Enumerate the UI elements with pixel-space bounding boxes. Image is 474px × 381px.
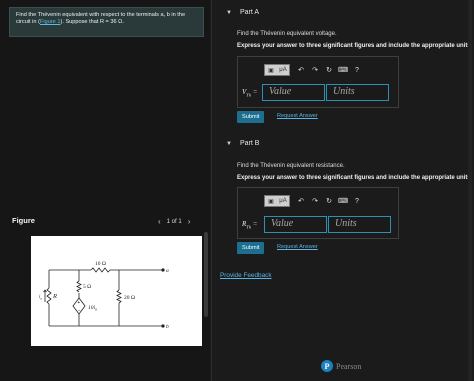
undo-icon[interactable]: ↶ [294, 195, 308, 207]
circuit-diagram: + − 10 Ω 5 Ω 20 Ω R 10ia ia a b [39, 261, 169, 330]
part-b-equals: = [252, 220, 258, 228]
prev-figure-button[interactable]: ‹ [158, 217, 161, 226]
part-a-toolbar: ▣ μA ↶ ↷ ↻ ⌨ ? [264, 63, 364, 77]
part-a-equals: = [252, 88, 258, 96]
units-button[interactable]: μA [277, 65, 289, 75]
left-panel: Find the Thévenin equivalent with respec… [0, 0, 210, 381]
terminal-a-dot [161, 268, 165, 272]
r-right-label: 20 Ω [124, 295, 135, 301]
part-b-toolbar: ▣ μA ↶ ↷ ↻ ⌨ ? [264, 194, 364, 208]
template-icon[interactable]: ▣ [265, 196, 277, 206]
units-button[interactable]: μA [277, 196, 289, 206]
part-a-question: Find the Thévenin equivalent voltage. [237, 31, 337, 37]
redo-icon[interactable]: ↷ [308, 64, 322, 76]
part-b-title: Part B [239, 140, 260, 147]
part-a-title: Part A [239, 9, 260, 16]
source-label: 10ia [88, 305, 97, 312]
next-figure-button[interactable]: › [188, 217, 191, 226]
page-scrollbar[interactable] [468, 0, 472, 381]
reset-icon[interactable]: ↻ [322, 195, 336, 207]
r-mid-label: 5 Ω [83, 284, 91, 290]
part-b-submit-button[interactable]: Submit [237, 242, 265, 254]
figure-link[interactable]: Figure 1 [40, 19, 61, 25]
node-a-label: a [166, 268, 169, 274]
template-icon[interactable]: ▣ [265, 65, 277, 75]
circuit-figure: + − 10 Ω 5 Ω 20 Ω R 10ia ia a b [31, 236, 202, 346]
pearson-brand: P Pearson [321, 360, 361, 372]
figure-pager: ‹ 1 of 1 › [158, 217, 190, 226]
part-a-instruction: Express your answer to three significant… [237, 43, 473, 49]
part-a-units-input[interactable]: Units [326, 84, 389, 101]
part-b-header[interactable]: ▼ Part B [226, 140, 259, 147]
terminal-b-dot [161, 324, 165, 328]
figure-page-count: 1 of 1 [166, 218, 182, 225]
svg-text:−: − [78, 308, 81, 314]
part-a-submit-button[interactable]: Submit [237, 111, 265, 123]
redo-icon[interactable]: ↷ [308, 195, 322, 207]
part-b-var-sub: Th [246, 224, 252, 230]
keyboard-icon[interactable]: ⌨ [336, 195, 350, 207]
part-b-format-group: ▣ μA [264, 195, 290, 207]
part-a-variable: VTh = [242, 88, 258, 97]
part-b-units-input[interactable]: Units [328, 216, 391, 233]
collapse-caret-icon[interactable]: ▼ [226, 141, 232, 147]
provide-feedback-link[interactable]: Provide Feedback [220, 272, 272, 279]
part-b-value-input[interactable]: Value [264, 216, 327, 233]
pearson-wordmark: Pearson [336, 361, 362, 371]
help-icon[interactable]: ? [350, 195, 364, 207]
current-label: ia [39, 295, 42, 301]
problem-text-end: ). Suppose that R = 36 Ω. [60, 19, 124, 25]
column-divider [211, 0, 212, 381]
part-a-header[interactable]: ▼ Part A [226, 9, 259, 16]
svg-text:+: + [77, 300, 80, 306]
undo-icon[interactable]: ↶ [294, 64, 308, 76]
part-a-var-sub: Th [246, 92, 252, 98]
part-b-instruction: Express your answer to three significant… [237, 175, 473, 181]
keyboard-icon[interactable]: ⌨ [336, 64, 350, 76]
part-a-value-input[interactable]: Value [262, 84, 325, 101]
part-b-question: Find the Thévenin equivalent resistance. [237, 163, 345, 169]
node-b-label: b [166, 324, 169, 330]
collapse-caret-icon[interactable]: ▼ [226, 10, 232, 16]
pearson-logo-icon: P [321, 360, 333, 372]
reset-icon[interactable]: ↻ [322, 64, 336, 76]
part-b-variable: RTh = [242, 220, 258, 229]
part-a-request-answer[interactable]: Request Answer [277, 113, 318, 119]
current-label-sub: a [40, 297, 42, 301]
part-a-format-group: ▣ μA [264, 64, 290, 76]
help-icon[interactable]: ? [350, 64, 364, 76]
figure-label: Figure [12, 216, 35, 225]
problem-text: Find the Thévenin equivalent with respec… [16, 12, 197, 26]
source-label-sub: a [95, 308, 97, 312]
part-b-request-answer[interactable]: Request Answer [277, 244, 318, 250]
figure-scrollbar[interactable] [204, 232, 208, 317]
r-left-label: R [52, 293, 57, 300]
problem-statement: Find the Thévenin equivalent with respec… [9, 7, 204, 37]
r-top-label: 10 Ω [95, 261, 106, 267]
